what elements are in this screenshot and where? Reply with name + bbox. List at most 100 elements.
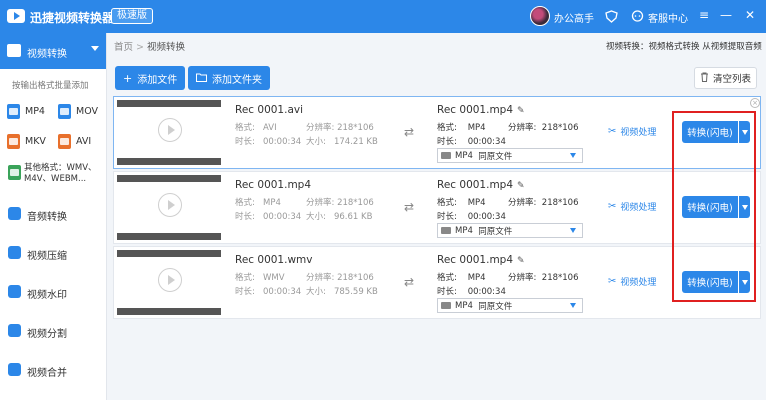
scissors-icon: ✂ bbox=[608, 201, 617, 212]
sidebar-item-label: 视频分割 bbox=[27, 329, 67, 340]
format-label: MKV bbox=[25, 135, 46, 147]
add-file-button[interactable]: + 添加文件 bbox=[115, 66, 186, 90]
minimize-icon[interactable]: — bbox=[719, 8, 733, 22]
output-duration: 时长: 00:00:34 bbox=[437, 212, 506, 222]
video-merge-icon bbox=[8, 363, 21, 376]
format-avi-button[interactable]: AVI bbox=[58, 133, 91, 149]
output-format-select[interactable]: MP4 同原文件 bbox=[437, 298, 583, 313]
video-split-icon bbox=[8, 324, 21, 337]
source-format: 格式: MP4 bbox=[235, 198, 281, 208]
page-description: 视频转换：视频格式转换 从视频提取音频 bbox=[606, 42, 762, 52]
sidebar-item-label: 视频水印 bbox=[27, 290, 67, 301]
pencil-icon[interactable]: ✎ bbox=[517, 106, 525, 116]
vip-shield-icon[interactable] bbox=[604, 9, 618, 23]
source-duration: 时长: 00:00:34 bbox=[235, 287, 302, 297]
select-format-value: MP4 bbox=[455, 225, 473, 236]
other-formats-line1: 其他格式：WMV、 bbox=[24, 163, 97, 173]
scissors-icon: ✂ bbox=[608, 126, 617, 137]
menu-icon[interactable]: ≡ bbox=[697, 8, 711, 22]
video-convert-icon bbox=[7, 44, 21, 57]
audio-convert-icon bbox=[8, 207, 21, 220]
select-quality-value: 同原文件 bbox=[478, 151, 513, 162]
play-icon[interactable] bbox=[158, 268, 182, 292]
sidebar-item-audio-convert[interactable]: 音频转换 bbox=[0, 199, 106, 229]
sidebar-item-video-watermark[interactable]: 视频水印 bbox=[0, 277, 106, 307]
sidebar-item-label: 音频转换 bbox=[27, 212, 67, 223]
output-resolution: 分辨率: 218*106 bbox=[508, 123, 579, 133]
breadcrumb-home[interactable]: 首页 bbox=[114, 42, 133, 53]
remove-row-icon[interactable]: × bbox=[750, 98, 760, 108]
play-icon[interactable] bbox=[158, 193, 182, 217]
clear-list-button[interactable]: 清空列表 bbox=[694, 67, 757, 89]
mov-file-icon bbox=[58, 103, 71, 119]
source-file-name: Rec 0001.wmv bbox=[235, 254, 313, 266]
video-thumbnail bbox=[117, 250, 221, 315]
add-folder-button[interactable]: 添加文件夹 bbox=[188, 66, 270, 90]
pencil-icon[interactable]: ✎ bbox=[517, 181, 525, 191]
output-format: 格式: MP4 bbox=[437, 198, 486, 208]
title-bar: 迅捷视频转换器 极速版 办公高手 客服中心 ≡ — ✕ bbox=[0, 0, 766, 33]
format-label: AVI bbox=[76, 135, 92, 147]
video-compress-icon bbox=[8, 246, 21, 259]
sidebar-item-video-compress[interactable]: 视频压缩 bbox=[0, 238, 106, 268]
output-file-name[interactable]: Rec 0001.mp4 ✎ bbox=[437, 104, 525, 116]
sidebar-item-label: 视频转换 bbox=[27, 49, 67, 60]
output-resolution: 分辨率: 218*106 bbox=[508, 198, 579, 208]
edition-badge: 极速版 bbox=[111, 8, 153, 24]
select-format-value: MP4 bbox=[455, 300, 473, 311]
caret-down-icon bbox=[570, 228, 576, 233]
output-format-select[interactable]: MP4 同原文件 bbox=[437, 148, 583, 163]
output-format: 格式: MP4 bbox=[437, 123, 486, 133]
output-duration: 时长: 00:00:34 bbox=[437, 287, 506, 297]
video-thumbnail bbox=[117, 100, 221, 165]
file-row[interactable]: Rec 0001.avi 格式: AVI 分辨率: 218*106 时长: 00… bbox=[113, 96, 761, 169]
video-thumbnail bbox=[117, 175, 221, 240]
video-process-link[interactable]: ✂ 视频处理 bbox=[608, 200, 656, 213]
play-icon[interactable] bbox=[158, 118, 182, 142]
select-format-value: MP4 bbox=[455, 150, 473, 161]
output-file-name[interactable]: Rec 0001.mp4 ✎ bbox=[437, 254, 525, 266]
format-mp4-button[interactable]: MP4 bbox=[7, 103, 45, 119]
file-row[interactable]: Rec 0001.wmv 格式: WMV 分辨率: 218*106 时长: 00… bbox=[113, 246, 761, 319]
video-process-link[interactable]: ✂ 视频处理 bbox=[608, 275, 656, 288]
avatar[interactable] bbox=[530, 6, 550, 26]
source-duration: 时长: 00:00:34 bbox=[235, 137, 302, 147]
source-resolution: 分辨率: 218*106 bbox=[306, 198, 374, 208]
user-name[interactable]: 办公高手 bbox=[554, 10, 594, 25]
caret-down-icon bbox=[570, 303, 576, 308]
source-file-name: Rec 0001.avi bbox=[235, 104, 304, 116]
clear-list-label: 清空列表 bbox=[712, 74, 751, 85]
source-size: 大小: 96.61 KB bbox=[306, 212, 373, 222]
format-mov-button[interactable]: MOV bbox=[58, 103, 98, 119]
format-label: MOV bbox=[76, 105, 99, 117]
sidebar-item-video-split[interactable]: 视频分割 bbox=[0, 316, 106, 346]
sidebar-item-label: 视频压缩 bbox=[27, 251, 67, 262]
highlight-annotation-box bbox=[672, 111, 756, 302]
shuffle-arrow-icon: ⇄ bbox=[404, 200, 415, 214]
pencil-icon[interactable]: ✎ bbox=[517, 256, 525, 266]
trash-icon bbox=[700, 72, 709, 85]
sidebar-item-video-merge[interactable]: 视频合并 bbox=[0, 355, 106, 385]
video-format-icon bbox=[441, 302, 451, 309]
folder-icon bbox=[196, 72, 207, 85]
sidebar: 视频转换 按输出格式批量添加 MP4 MOV MKV AVI 其他格式：WMV、… bbox=[0, 33, 107, 400]
chat-icon[interactable] bbox=[630, 9, 644, 23]
plus-icon: + bbox=[123, 71, 133, 85]
add-file-label: 添加文件 bbox=[137, 74, 178, 86]
add-folder-label: 添加文件夹 bbox=[212, 74, 262, 86]
output-file-name[interactable]: Rec 0001.mp4 ✎ bbox=[437, 179, 525, 191]
file-row[interactable]: Rec 0001.mp4 格式: MP4 分辨率: 218*106 时长: 00… bbox=[113, 171, 761, 244]
app-title: 迅捷视频转换器 bbox=[30, 11, 115, 25]
format-mkv-button[interactable]: MKV bbox=[7, 133, 46, 149]
help-center-link[interactable]: 客服中心 bbox=[648, 10, 688, 25]
source-format: 格式: AVI bbox=[235, 123, 277, 133]
video-format-icon bbox=[441, 152, 451, 159]
sidebar-item-video-convert[interactable]: 视频转换 bbox=[0, 33, 106, 69]
mkv-file-icon bbox=[7, 133, 20, 149]
close-icon[interactable]: ✕ bbox=[743, 8, 757, 22]
source-size: 大小: 785.59 KB bbox=[306, 287, 378, 297]
output-format-select[interactable]: MP4 同原文件 bbox=[437, 223, 583, 238]
video-process-link[interactable]: ✂ 视频处理 bbox=[608, 125, 656, 138]
format-other-button[interactable]: 其他格式：WMV、 M4V、WEBM... bbox=[8, 163, 97, 185]
source-size: 大小: 174.21 KB bbox=[306, 137, 378, 147]
